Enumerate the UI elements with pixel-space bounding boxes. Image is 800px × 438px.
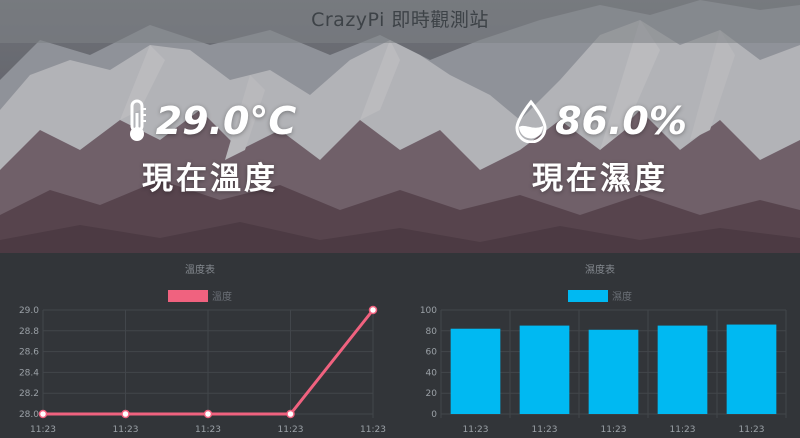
temperature-reading: 29.0°C 現在溫度 <box>110 93 310 198</box>
page-title: CrazyPi 即時觀測站 <box>311 9 489 31</box>
x-tick-label: 11:23 <box>195 425 221 435</box>
x-tick-label: 11:23 <box>30 425 56 435</box>
y-tick-label: 40 <box>426 368 438 378</box>
temperature-value: 29.0°C <box>155 99 297 143</box>
temperature-point <box>38 409 48 419</box>
humidity-plot: 100 80 60 40 20 0 11:23 11:23 11:23 11:23 11:23 <box>420 306 787 435</box>
y-tick-label: 0 <box>431 410 437 420</box>
y-tick-label: 28.4 <box>19 368 39 378</box>
y-tick-label: 28.0 <box>19 410 39 420</box>
temperature-point <box>368 305 378 315</box>
x-tick-label: 11:23 <box>463 425 489 435</box>
humidity-chart: 濕度表 濕度 100 80 60 40 20 0 11:23 11:23 11:23 11:23 1… <box>400 253 800 438</box>
y-tick-label: 60 <box>426 348 438 358</box>
x-tick-label: 11:23 <box>113 425 139 435</box>
temperature-plot: 29.0 28.8 28.6 28.4 28.2 28.0 11:23 11:23 11:23 1… <box>19 305 386 435</box>
humidity-value: 86.0% <box>555 99 687 143</box>
humidity-reading: 86.0% 現在濕度 <box>505 93 695 198</box>
temperature-point <box>121 409 130 419</box>
humidity-bar <box>588 329 639 414</box>
temperature-point <box>286 409 295 419</box>
y-tick-label: 28.8 <box>19 327 39 337</box>
y-tick-label: 80 <box>426 327 438 337</box>
humidity-bar <box>657 325 708 414</box>
water-drop-icon <box>515 99 547 143</box>
temperature-chart: 溫度表 溫度 29.0 28.8 28.6 28.4 28.2 28.0 11:23 11:2… <box>0 253 400 438</box>
humidity-label: 現在濕度 <box>532 161 668 197</box>
x-tick-label: 11:23 <box>739 425 765 435</box>
temperature-label: 現在溫度 <box>142 161 278 197</box>
y-tick-label: 28.2 <box>19 389 39 399</box>
y-tick-label: 29.0 <box>19 306 39 316</box>
x-tick-label: 11:23 <box>278 425 304 435</box>
y-tick-label: 28.6 <box>19 348 39 358</box>
thermometer-icon <box>129 99 146 141</box>
x-tick-label: 11:23 <box>670 425 696 435</box>
humidity-bar <box>450 328 501 414</box>
temperature-point <box>203 409 213 419</box>
humidity-bar <box>519 325 570 414</box>
x-tick-label: 11:23 <box>360 425 386 435</box>
humidity-bar <box>726 324 777 414</box>
hero-banner: CrazyPi 即時觀測站 29.0°C 現在溫度 86.0% 現在濕度 <box>0 0 800 253</box>
title-bar: CrazyPi 即時觀測站 <box>0 0 800 43</box>
x-tick-label: 11:23 <box>601 425 627 435</box>
x-tick-label: 11:23 <box>532 425 558 435</box>
y-tick-label: 100 <box>420 306 437 316</box>
y-tick-label: 20 <box>426 389 438 399</box>
